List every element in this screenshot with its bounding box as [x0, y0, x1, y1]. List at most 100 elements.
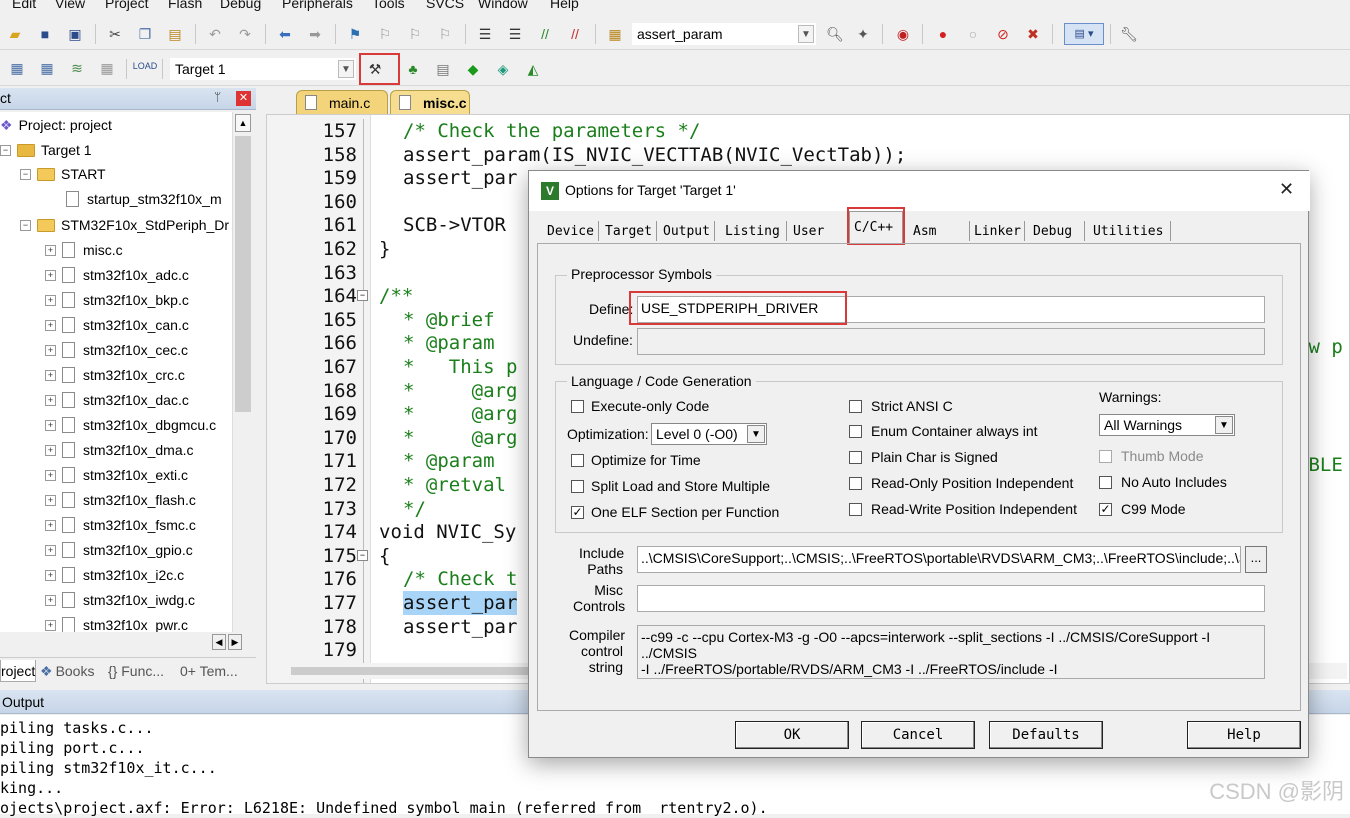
menu-help[interactable]: Help [550, 0, 579, 11]
menu-window[interactable]: Window [478, 0, 528, 11]
expand-icon[interactable]: + [45, 419, 56, 431]
rebuild-icon[interactable]: ≋ [68, 59, 86, 77]
execute-only-checkbox[interactable] [571, 400, 584, 413]
breakpoint-disable-all-icon[interactable]: ⊘ [994, 25, 1012, 43]
save-all-icon[interactable]: ▣ [66, 25, 84, 43]
expand-icon[interactable]: + [45, 469, 56, 481]
tree-item-file[interactable]: + stm32f10x_i2c.c [45, 564, 184, 586]
tree-item-file[interactable]: + stm32f10x_can.c [45, 314, 189, 336]
define-input[interactable]: USE_STDPERIPH_DRIVER [637, 296, 1265, 323]
bookmark-next-icon[interactable]: ⚐ [406, 25, 424, 43]
tab-device[interactable]: Device [543, 221, 599, 241]
chevron-down-icon[interactable]: ▼ [798, 25, 814, 43]
tab-user[interactable]: User [789, 221, 845, 241]
browse-include-paths-button[interactable]: ... [1245, 546, 1267, 573]
tab-functions[interactable]: {} Func... [108, 660, 176, 682]
scroll-left-icon[interactable]: ◀ [212, 634, 226, 650]
expand-icon[interactable]: + [45, 594, 56, 606]
menu-view[interactable]: View [55, 0, 85, 11]
scroll-thumb[interactable] [235, 136, 251, 412]
paste-icon[interactable]: ▤ [166, 25, 184, 43]
bookmark-icon[interactable]: ⚑ [346, 25, 364, 43]
manage-project-items-icon[interactable]: ♣ [404, 60, 422, 78]
rw-pi-checkbox[interactable] [849, 503, 862, 516]
unindent-icon[interactable]: ☰ [506, 25, 524, 43]
scroll-up-icon[interactable]: ▲ [235, 114, 251, 132]
copy-icon[interactable]: ❐ [136, 25, 154, 43]
tree-item-file[interactable]: + stm32f10x_bkp.c [45, 289, 189, 311]
find-combo[interactable]: assert_param [632, 23, 816, 45]
enum-container-checkbox[interactable] [849, 425, 862, 438]
tree-item-file[interactable]: + stm32f10x_dbgmcu.c [45, 414, 216, 436]
fold-toggle-icon[interactable]: − [357, 549, 368, 561]
cancel-button[interactable]: Cancel [861, 721, 975, 749]
wrench-icon[interactable]: 🔧︎ [1120, 25, 1138, 43]
expand-icon[interactable]: + [45, 494, 56, 506]
chevron-down-icon[interactable]: ▼ [1215, 416, 1233, 434]
tree-item-file[interactable]: + stm32f10x_crc.c [45, 364, 185, 386]
split-load-checkbox[interactable] [571, 480, 584, 493]
menu-flash[interactable]: Flash [168, 0, 202, 11]
nav-forward-icon[interactable]: ➡ [306, 25, 324, 43]
breakpoint-disable-icon[interactable]: ○ [964, 25, 982, 43]
tree-item-file[interactable]: + stm32f10x_fsmc.c [45, 514, 196, 536]
incremental-find-icon[interactable]: ✦ [854, 25, 872, 43]
thumb-mode-checkbox[interactable] [1099, 450, 1112, 463]
close-icon[interactable]: ✕ [1279, 179, 1294, 200]
tab-output[interactable]: Output [659, 221, 715, 241]
tree-item-file[interactable]: + stm32f10x_pwr.c [45, 614, 188, 632]
project-horizontal-scrollbar[interactable]: ◀ ▶ [0, 632, 252, 652]
menu-peripherals[interactable]: Peripherals [282, 0, 353, 11]
scroll-right-icon[interactable]: ▶ [228, 634, 242, 650]
open-folder-icon[interactable]: ▰ [6, 25, 24, 43]
tab-project[interactable]: roject [0, 660, 36, 682]
chevron-down-icon[interactable]: ▼ [747, 425, 765, 443]
tab-c-cpp[interactable]: C/C++ [849, 211, 903, 243]
select-packs-icon[interactable]: ◈ [494, 60, 512, 78]
tree-item-folder[interactable]: − START [20, 163, 106, 185]
collapse-icon[interactable]: − [20, 168, 31, 180]
chevron-down-icon[interactable]: ▼ [338, 60, 354, 78]
tree-item-file[interactable]: + stm32f10x_exti.c [45, 464, 188, 486]
find-in-files-icon[interactable]: ▦ [606, 25, 624, 43]
tree-item-file[interactable]: + stm32f10x_adc.c [45, 264, 189, 286]
strict-ansi-checkbox[interactable] [849, 400, 862, 413]
batch-build-icon[interactable]: ▦ [98, 59, 116, 77]
expand-icon[interactable]: + [45, 569, 56, 581]
tab-listing[interactable]: Listing [721, 221, 787, 241]
expand-icon[interactable]: + [45, 544, 56, 556]
find-icon[interactable]: 🔍︎ [826, 25, 844, 43]
expand-icon[interactable]: + [45, 269, 56, 281]
debug-session-icon[interactable]: ◉ [894, 25, 912, 43]
pin-icon[interactable]: ᛘ [214, 90, 221, 104]
pack-installer-icon[interactable]: ◭ [524, 60, 542, 78]
plain-char-checkbox[interactable] [849, 451, 862, 464]
tab-books[interactable]: ❖ Books [40, 660, 102, 682]
indent-icon[interactable]: ☰ [476, 25, 494, 43]
tab-misc-c[interactable]: misc.c [390, 90, 470, 114]
file-extensions-icon[interactable]: ▤ [434, 60, 452, 78]
warnings-select[interactable]: All Warnings ▼ [1099, 414, 1235, 436]
tab-linker[interactable]: Linker [969, 221, 1025, 241]
tree-item-folder[interactable]: − STM32F10x_StdPeriph_Dr [20, 214, 229, 236]
expand-icon[interactable]: + [45, 244, 56, 256]
tree-item-file[interactable]: + stm32f10x_cec.c [45, 339, 188, 361]
tab-utilities[interactable]: Utilities [1089, 221, 1171, 241]
collapse-icon[interactable]: − [20, 219, 31, 231]
menu-svcs[interactable]: SVCS [426, 0, 464, 11]
expand-icon[interactable]: + [45, 619, 56, 631]
menu-tools[interactable]: Tools [372, 0, 405, 11]
manage-rte-icon[interactable]: ◆ [464, 60, 482, 78]
project-vertical-scrollbar[interactable]: ▲ [232, 112, 252, 632]
menu-project[interactable]: Project [105, 0, 149, 11]
expand-icon[interactable]: + [45, 519, 56, 531]
expand-icon[interactable]: + [45, 394, 56, 406]
fold-toggle-icon[interactable]: − [357, 290, 368, 302]
defaults-button[interactable]: Defaults [989, 721, 1103, 749]
include-paths-input[interactable]: ..\CMSIS\CoreSupport;..\CMSIS;..\FreeRTO… [637, 546, 1241, 573]
tree-item-file[interactable]: + stm32f10x_iwdg.c [45, 589, 195, 611]
tab-asm[interactable]: Asm [909, 221, 965, 241]
menu-edit[interactable]: Edit [12, 0, 36, 11]
tree-item-file[interactable]: + stm32f10x_flash.c [45, 489, 196, 511]
close-icon[interactable]: ✕ [236, 91, 251, 106]
